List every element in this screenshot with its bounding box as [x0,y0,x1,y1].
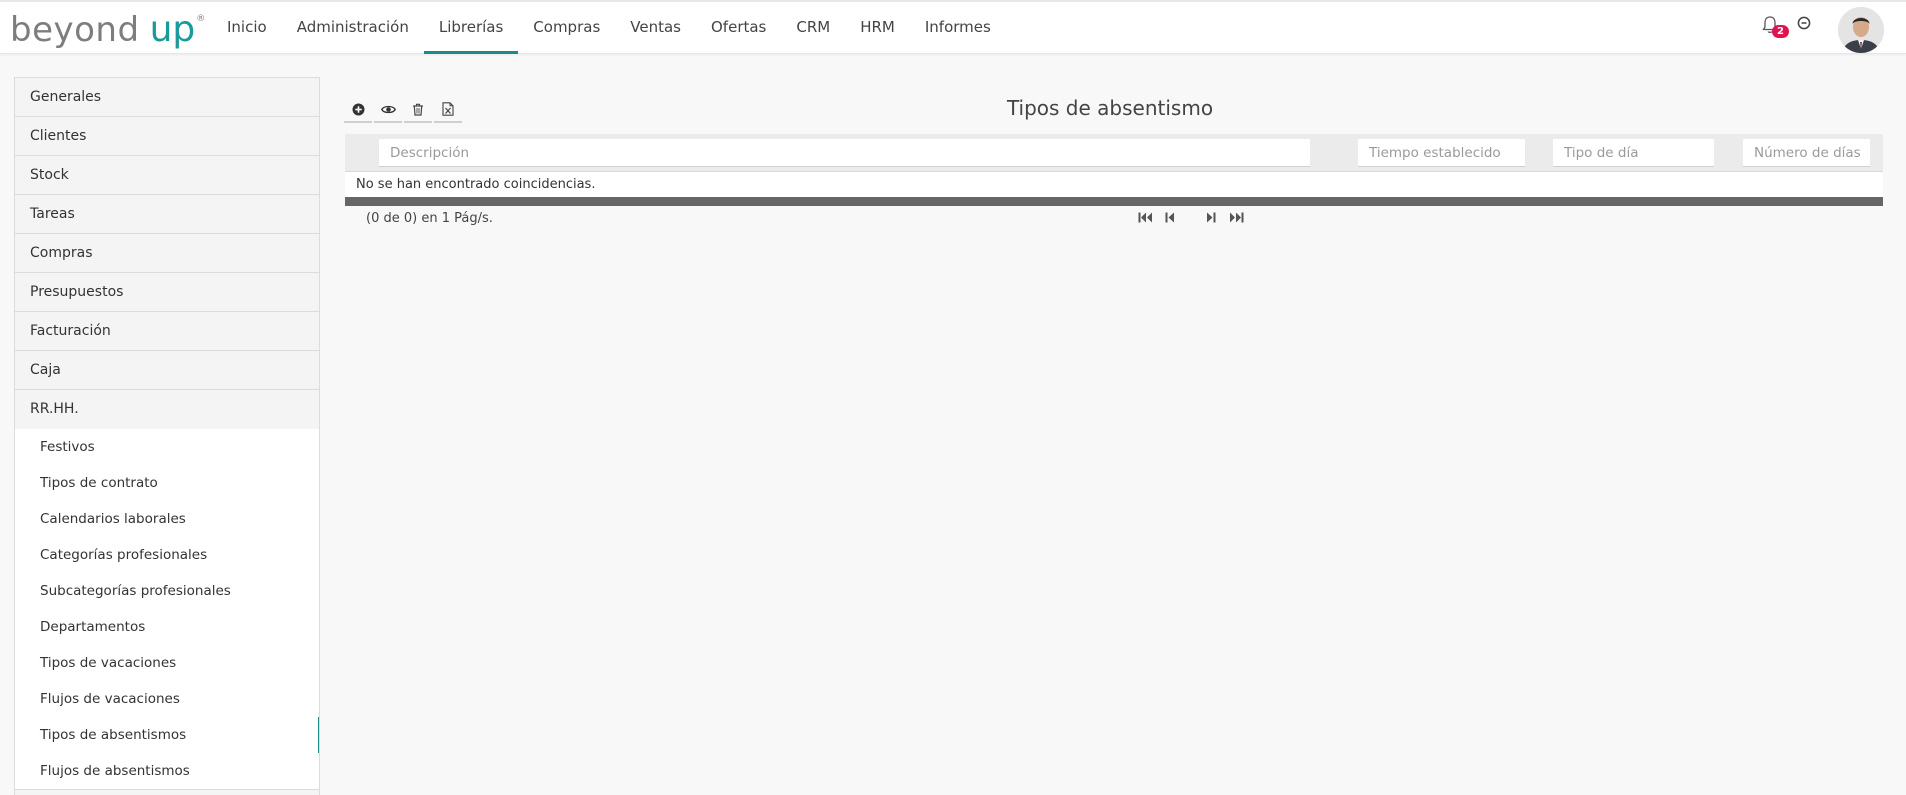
sidebar-group-stock[interactable]: Stock [15,156,319,195]
export-excel-button[interactable] [434,97,462,123]
nav-item-hrm[interactable]: HRM [845,2,910,54]
sidebar-item-subcategorias-profesionales[interactable]: Subcategorías profesionales [15,573,319,609]
sidebar-group-clientes[interactable]: Clientes [15,117,319,156]
last-page-button[interactable] [1228,209,1244,225]
add-icon [352,103,364,115]
next-page-icon [1207,212,1216,222]
nav-item-informes[interactable]: Informes [910,2,1006,54]
filter-tipo-dia-input[interactable] [1553,139,1714,167]
logo-text-beyond: beyond [10,10,140,50]
nav-item-ventas[interactable]: Ventas [615,2,696,54]
logo-text-up: up [149,9,196,50]
pagination-info: (0 de 0) en 1 Pág/s. [366,211,493,226]
sidebar-item-tipos-de-contrato[interactable]: Tipos de contrato [15,465,319,501]
next-page-button[interactable] [1203,209,1219,225]
sidebar-group-tareas[interactable]: Tareas [15,195,319,234]
sidebar-menu: Generales Clientes Stock Tareas Compras Presu… [14,77,320,795]
filter-descripcion-input[interactable] [379,139,1310,167]
first-page-button[interactable] [1137,209,1153,225]
view-button[interactable] [374,97,402,123]
delete-button[interactable] [404,97,432,123]
grid-filter-row [345,134,1883,172]
sidebar-group-generales[interactable]: Generales [15,78,319,117]
sidebar-submenu-rrhh: Festivos Tipos de contrato Calendarios lab… [15,429,319,789]
grid-footer-bar [345,197,1883,206]
prev-page-icon [1165,212,1174,222]
page-title: Tipos de absentismo [1006,96,1214,120]
logo-registered-mark: ® [196,14,206,24]
sidebar-group-rr-hh[interactable]: RR.HH. [15,390,319,429]
sidebar-item-tipos-de-vacaciones[interactable]: Tipos de vacaciones [15,645,319,681]
sidebar-item-flujos-de-absentismos[interactable]: Flujos de absentismos [15,753,319,789]
nav-item-ofertas[interactable]: Ofertas [696,2,781,54]
export-excel-icon [442,102,454,116]
main-nav: Inicio Administración Librerías Compras Vent… [212,2,1006,54]
notification-badge[interactable]: 2 [1772,25,1789,38]
sidebar-group-compras[interactable]: Compras [15,234,319,273]
sidebar-group-facturacion[interactable]: Facturación [15,312,319,351]
sidebar-group-caja[interactable]: Caja [15,351,319,390]
pagination-controls [1137,209,1253,225]
sidebar-item-flujos-de-vacaciones[interactable]: Flujos de vacaciones [15,681,319,717]
delete-icon [413,103,423,116]
sidebar-item-calendarios-laborales[interactable]: Calendarios laborales [15,501,319,537]
nav-item-administracion[interactable]: Administración [282,2,424,54]
sidebar-divider [15,789,319,795]
grid-toolbar [344,97,464,123]
last-page-icon [1229,212,1243,222]
sidebar-group-presupuestos[interactable]: Presupuestos [15,273,319,312]
empty-message: No se han encontrado coincidencias. [345,172,1883,197]
logout-icon[interactable] [1797,16,1811,30]
add-button[interactable] [344,97,372,123]
nav-item-compras[interactable]: Compras [518,2,615,54]
nav-item-librerias[interactable]: Librerías [423,2,519,54]
nav-item-crm[interactable]: CRM [781,2,845,54]
view-icon [380,105,396,113]
sidebar-item-departamentos[interactable]: Departamentos [15,609,319,645]
filter-tiempo-input[interactable] [1358,139,1525,167]
filter-numero-dias-input[interactable] [1743,139,1870,167]
prev-page-button[interactable] [1162,209,1178,225]
user-avatar[interactable] [1838,7,1884,53]
sidebar-item-tipos-de-absentismos[interactable]: Tipos de absentismos [15,717,319,753]
sidebar-item-festivos[interactable]: Festivos [15,429,319,465]
top-navbar: beyond up ® Inicio Administración Librería… [0,0,1906,54]
sidebar-item-categorias-profesionales[interactable]: Categorías profesionales [15,537,319,573]
nav-item-inicio[interactable]: Inicio [212,2,282,54]
first-page-icon [1138,212,1152,222]
brand-logo[interactable]: beyond up ® [10,8,206,51]
